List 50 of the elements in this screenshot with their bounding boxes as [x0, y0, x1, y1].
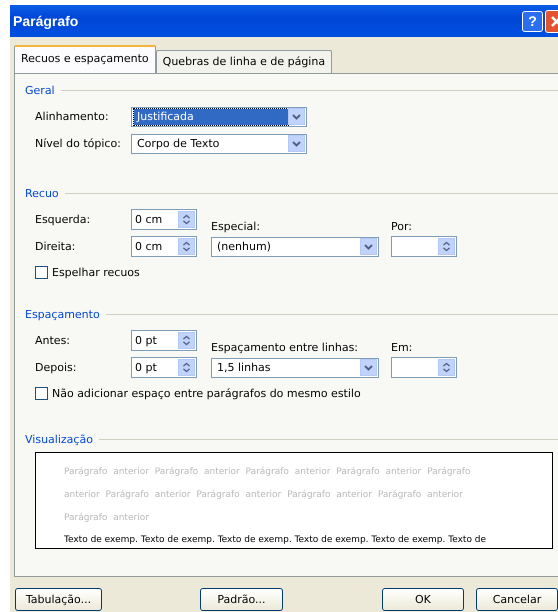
field-label: Direita:: [35, 240, 76, 253]
preview-text: anterior Parágrafo anterior Parágrafo anterior Parágrafo anterior Parágrafo anterior: [64, 488, 464, 502]
chevron-down-icon: [364, 244, 373, 250]
dropdown[interactable]: (nenhum): [211, 236, 379, 256]
section-title: Visualização: [25, 433, 93, 446]
field-label: Alinhamento:: [35, 110, 110, 123]
spin-arrows-icon: [438, 238, 455, 255]
spin-arrows-icon: [178, 211, 195, 228]
preview-text: Parágrafo anterior: [64, 512, 150, 525]
dropdown[interactable]: Corpo de Texto: [131, 134, 307, 154]
field-label: Espaçamento entre linhas:: [211, 341, 358, 354]
chevron-down-icon: [364, 364, 373, 370]
checkbox-label: Espelhar recuos: [52, 266, 140, 278]
chevron-down-icon: [292, 140, 301, 146]
checkbox-label: Não adicionar espaço entre parágrafos do mesmo estilo: [52, 386, 361, 400]
dropdown[interactable]: Justificada: [131, 106, 307, 126]
field-label: Esquerda:: [35, 213, 92, 226]
spin-field[interactable]: [391, 357, 457, 378]
help-button[interactable]: ?: [522, 10, 543, 32]
preview-text: Parágrafo anterior Parágrafo anterior Parágrafo anterior Parágrafo anterior Parágrafo: [64, 466, 472, 479]
field-label: Em:: [391, 341, 412, 354]
dropdown[interactable]: 1,5 linhas: [211, 358, 379, 378]
field-label: Por:: [391, 220, 412, 233]
field-label: Nível do tópico:: [35, 137, 122, 150]
field-label: Antes:: [35, 334, 72, 347]
section-title: Espaçamento: [25, 308, 100, 321]
section-title: Geral: [25, 84, 55, 97]
spin-field[interactable]: 0 pt: [131, 357, 197, 378]
spin-field[interactable]: [391, 236, 457, 257]
checkbox[interactable]: [35, 386, 48, 400]
field-label: Especial:: [211, 220, 260, 233]
window-title: Parágrafo: [13, 13, 80, 29]
chevron-down-icon: [292, 114, 301, 120]
spin-arrows-icon: [438, 359, 455, 376]
tab[interactable]: Recuos e espaçamento: [14, 45, 156, 73]
spin-field[interactable]: 0 cm: [131, 209, 197, 230]
spin-field[interactable]: 0 pt: [131, 330, 197, 351]
section-title: Recuo: [25, 187, 59, 200]
dialog-button[interactable]: Padrão...: [200, 588, 283, 611]
spin-field[interactable]: 0 cm: [131, 236, 197, 257]
dialog-button[interactable]: Tabulação...: [15, 588, 102, 611]
dialog-button[interactable]: Cancelar: [476, 588, 558, 611]
spin-arrows-icon: [178, 359, 195, 376]
spin-arrows-icon: [178, 332, 195, 349]
tab[interactable]: Quebras de linha e de página: [156, 50, 332, 73]
checkbox[interactable]: [35, 266, 48, 278]
field-label: Depois:: [35, 361, 78, 374]
spin-arrows-icon: [178, 238, 195, 255]
sample-text: Texto de exemp. Texto de exemp. Texto de exemp. Texto de exemp. Texto de exemp. Texto de: [64, 534, 488, 547]
dialog-button[interactable]: OK: [382, 588, 464, 611]
